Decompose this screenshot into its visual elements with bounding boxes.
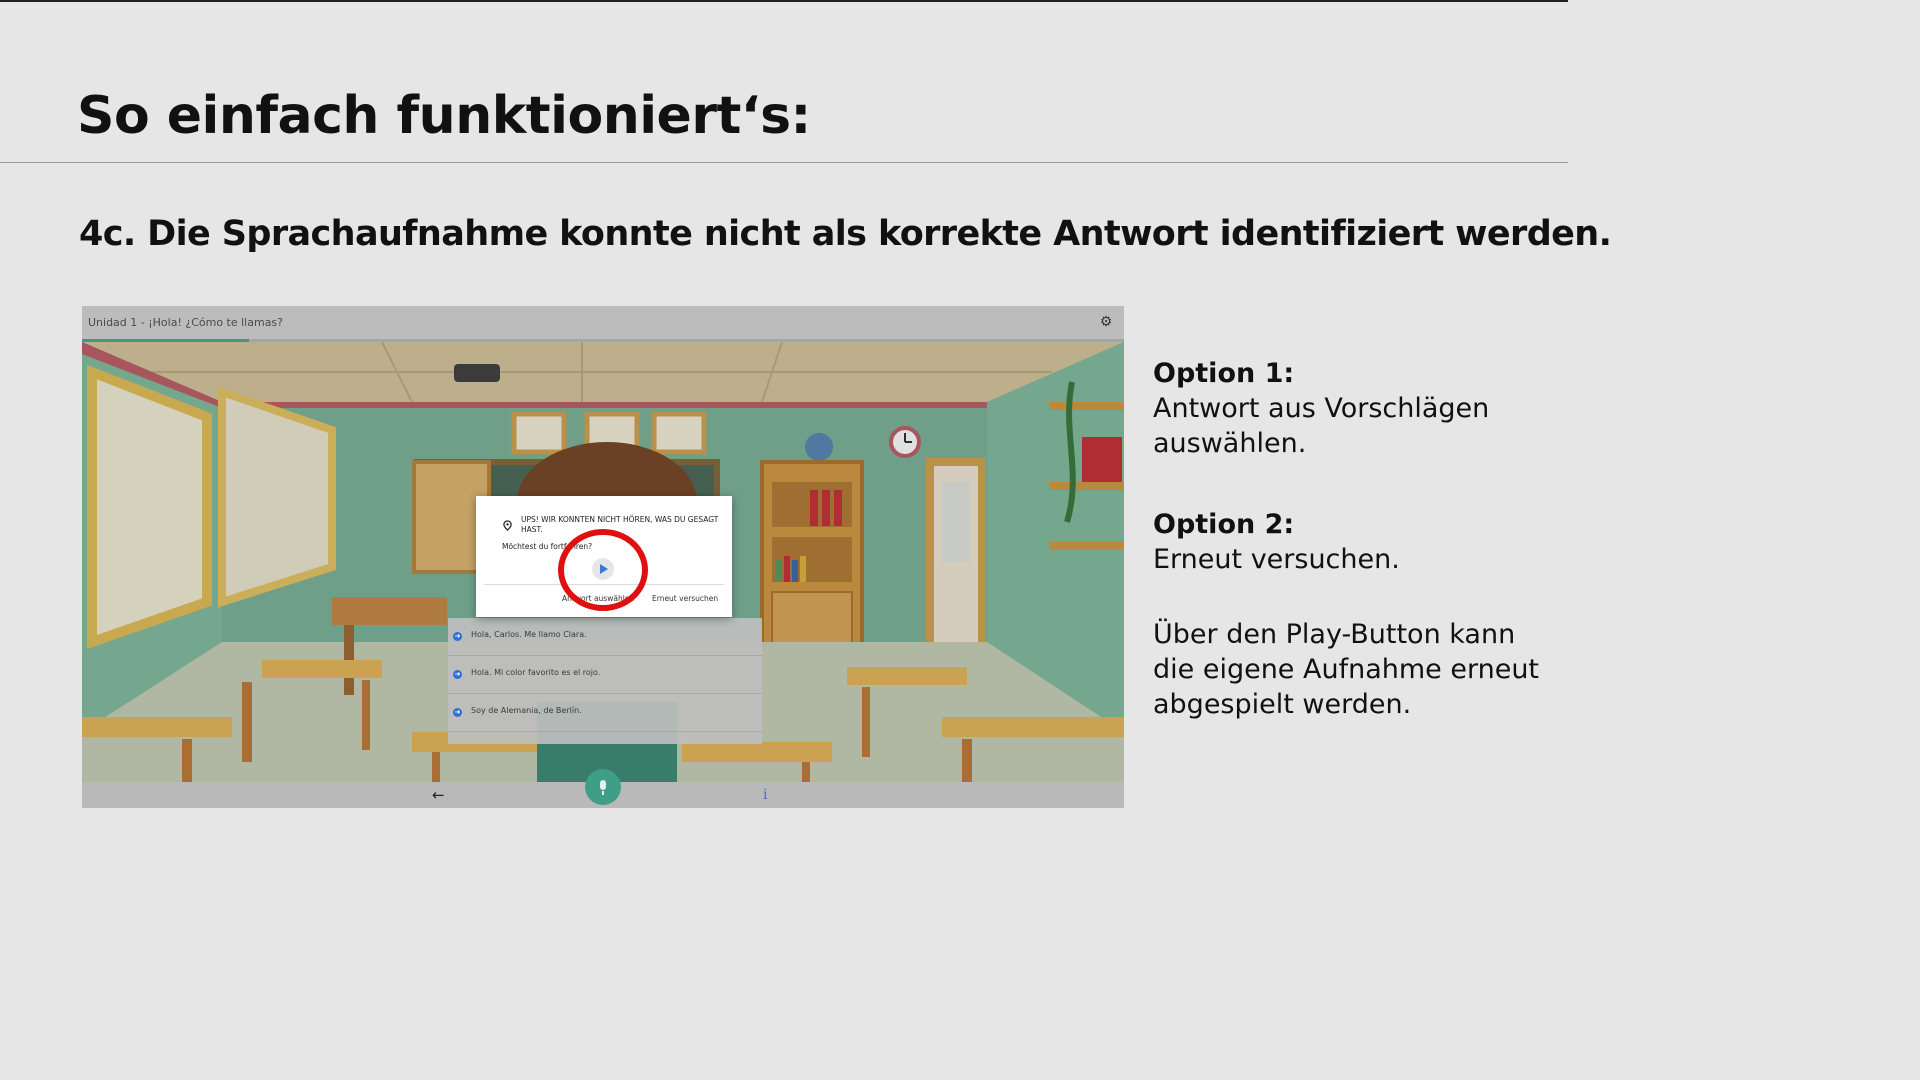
app-header: Unidad 1 - ¡Hola! ¿Cómo te llamas? ⚙ [82,306,1124,339]
title-divider [0,162,1568,163]
microphone-icon [600,780,606,790]
step-heading: 4c. Die Sprachaufnahme konnte nicht als … [79,214,1612,254]
slide-title: So einfach funktioniert‘s: [77,86,811,146]
option-2-text: Erneut versuchen. [1153,544,1400,575]
slide-top-border [0,0,1568,2]
arrow-left-icon[interactable]: ← [432,786,445,804]
play-button-note: Über den Play-Button kann die eigene Auf… [1153,619,1540,720]
answer-option-1[interactable]: ➜ Hola, Carlos. Me llamo Clara. [448,618,762,656]
answer-suggestion-list: ➜ Hola, Carlos. Me llamo Clara. ➜ Hola. … [448,618,762,744]
answer-text: Hola, Carlos. Me llamo Clara. [471,630,587,639]
info-icon[interactable]: i [763,787,767,803]
arrow-right-icon: ➜ [453,632,462,641]
retry-button[interactable]: Erneut versuchen [652,594,718,603]
answer-option-3[interactable]: ➜ Soy de Alemania, de Berlín. [448,694,762,732]
option-1-label: Option 1: [1153,358,1295,389]
lesson-title: Unidad 1 - ¡Hola! ¿Cómo te llamas? [88,316,284,329]
option-1-text: Antwort aus Vorschlägen auswählen. [1153,393,1490,459]
option-2-block: Option 2: Erneut versuchen. [1153,507,1553,577]
app-screenshot: Unidad 1 - ¡Hola! ¿Cómo te llamas? ⚙ ➜ H… [82,306,1124,808]
answer-option-2[interactable]: ➜ Hola. Mi color favorito es el rojo. [448,656,762,694]
arrow-right-icon: ➜ [453,670,462,679]
answer-text: Soy de Alemania, de Berlín. [471,706,582,715]
option-2-label: Option 2: [1153,509,1295,540]
microphone-button[interactable] [585,769,621,805]
play-button-highlight [558,529,648,611]
gear-icon[interactable]: ⚙ [1098,314,1114,330]
option-1-block: Option 1: Antwort aus Vorschlägen auswäh… [1153,356,1553,461]
location-pin-icon [503,520,512,531]
arrow-right-icon: ➜ [453,708,462,717]
answer-text: Hola. Mi color favorito es el rojo. [471,668,601,677]
